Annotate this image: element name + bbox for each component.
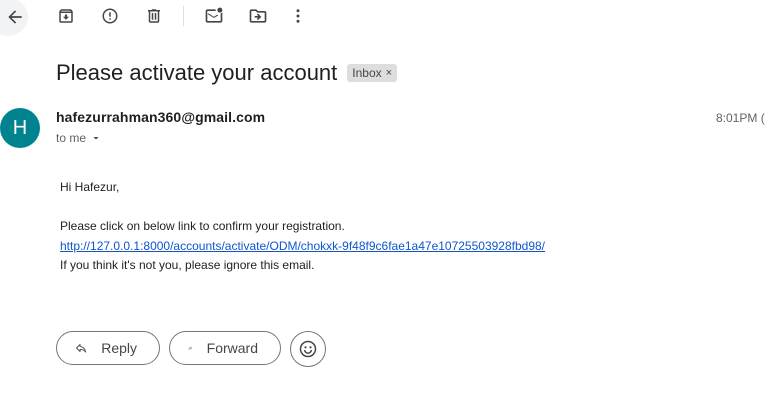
emoji-icon — [299, 340, 317, 358]
reply-button[interactable]: Reply — [56, 331, 160, 365]
forward-button[interactable]: Forward — [169, 331, 281, 365]
avatar[interactable]: H — [0, 108, 40, 148]
body-line-1: Please click on below link to confirm yo… — [60, 219, 345, 233]
mark-unread-button[interactable] — [199, 1, 229, 31]
chevron-down-icon — [93, 137, 99, 140]
forward-icon — [188, 346, 193, 350]
recipient-details[interactable]: to me — [56, 131, 102, 145]
recipient-label: to me — [56, 131, 87, 145]
more-options-button[interactable] — [283, 1, 313, 31]
back-arrow-icon — [8, 10, 22, 24]
delete-icon — [148, 9, 160, 23]
move-to-button[interactable] — [243, 1, 273, 31]
email-subject: Please activate your account — [56, 60, 338, 85]
reply-actions: Reply Forward — [56, 331, 326, 367]
report-spam-icon — [102, 8, 118, 24]
label-text: Inbox — [352, 66, 382, 80]
sender-email[interactable]: hafezurrahman360@gmail.com — [56, 109, 265, 125]
mark-unread-icon — [205, 7, 223, 23]
emoji-reaction-button[interactable] — [290, 331, 326, 367]
inbox-label-chip[interactable]: Inbox × — [347, 64, 398, 82]
back-button[interactable] — [0, 0, 28, 36]
archive-button[interactable] — [51, 1, 81, 31]
delete-button[interactable] — [139, 1, 169, 31]
activation-link[interactable]: http://127.0.0.1:8000/accounts/activate/… — [60, 239, 545, 253]
toolbar — [0, 0, 765, 36]
more-vert-icon — [296, 9, 300, 23]
forward-label: Forward — [206, 340, 258, 356]
subject-row: Please activate your account Inbox × — [56, 60, 398, 86]
body-line-2: If you think it's not you, please ignore… — [60, 258, 315, 272]
archive-icon — [59, 9, 73, 23]
greeting: Hi Hafezur, — [60, 180, 120, 194]
report-spam-button[interactable] — [95, 1, 125, 31]
reply-label: Reply — [101, 340, 137, 356]
toolbar-divider — [183, 6, 184, 26]
email-body: Hi Hafezur, Please click on below link t… — [60, 178, 545, 276]
timestamp: 8:01PM ( — [716, 111, 765, 125]
reply-icon — [76, 343, 87, 353]
move-to-icon — [249, 9, 267, 23]
remove-label-icon[interactable]: × — [386, 67, 392, 79]
